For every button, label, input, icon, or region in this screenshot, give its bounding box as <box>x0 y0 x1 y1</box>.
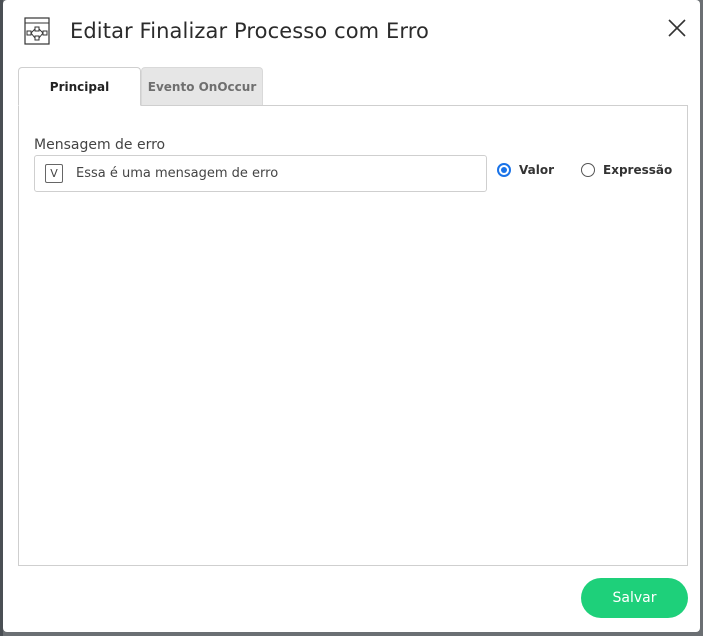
radio-expressao-circle <box>581 163 595 177</box>
tab-evento-onoccur-label: Evento OnOccur <box>147 80 257 94</box>
dialog-title: Editar Finalizar Processo com Erro <box>70 19 429 43</box>
radio-valor-circle <box>497 163 511 177</box>
error-message-value: Essa é uma mensagem de erro <box>76 166 279 181</box>
save-button[interactable]: Salvar <box>581 578 688 618</box>
tab-evento-onoccur[interactable]: Evento OnOccur <box>141 67 263 106</box>
radio-expressao-label: Expressão <box>603 163 673 177</box>
tab-principal-label: Principal <box>49 79 110 94</box>
process-flow-icon <box>24 17 50 45</box>
radio-expressao[interactable]: Expressão <box>581 163 672 177</box>
close-icon[interactable] <box>666 17 688 39</box>
error-message-input[interactable]: V Essa é uma mensagem de erro <box>34 155 487 192</box>
error-message-label: Mensagem de erro <box>34 137 166 153</box>
value-type-badge: V <box>45 164 63 183</box>
edit-dialog: Editar Finalizar Processo com Erro Princ… <box>3 0 700 632</box>
radio-valor-label: Valor <box>519 163 555 177</box>
radio-valor[interactable]: Valor <box>497 163 554 177</box>
tab-principal[interactable]: Principal <box>18 67 141 106</box>
